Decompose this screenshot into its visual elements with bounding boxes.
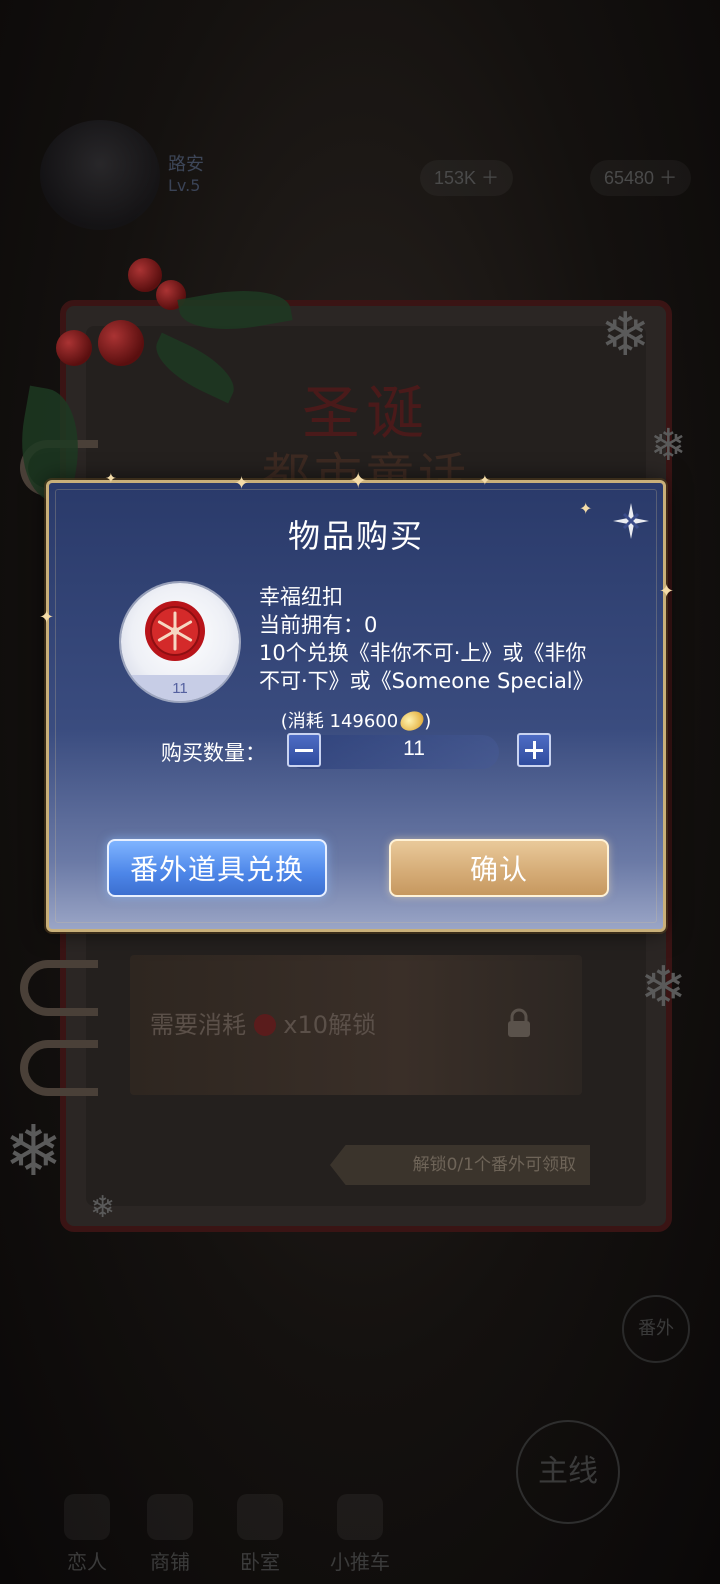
confirm-button[interactable]: 确认 (389, 839, 609, 897)
sparkle-icon: ✦ (349, 469, 368, 494)
resource-counter-1[interactable]: 153K ＋ (420, 160, 514, 196)
nav-cart[interactable]: 小推车 (315, 1494, 405, 1575)
plus-icon-bar (533, 741, 536, 759)
nav-lover[interactable]: 恋人 (52, 1494, 122, 1575)
avatar[interactable] (40, 120, 160, 230)
side-extra-badge[interactable]: 番外 (622, 1295, 690, 1363)
extra-item-exchange-button[interactable]: 番外道具兑换 (107, 839, 327, 897)
main-story-button[interactable]: 主线 (516, 1420, 620, 1524)
nav-label: 恋人 (67, 1550, 107, 1574)
snowflake-icon: ❄ (90, 1190, 116, 1225)
quantity-value[interactable]: 11 (339, 737, 489, 761)
locked-card-text: 需要消耗 x10解锁 (150, 1011, 377, 1039)
snowflake-icon: ❄ (640, 955, 687, 1020)
quantity-row: 购买数量： 11 (49, 733, 663, 773)
item-count: 11 (172, 680, 188, 697)
close-icon[interactable] (611, 501, 651, 541)
minus-icon (295, 749, 313, 752)
resource-1-value: 153K (434, 168, 477, 188)
cart-icon (337, 1494, 383, 1540)
purchase-dialog: ✦ ✦ ✦ ✦ ✦ ✦ ✦ 物品购买 11 幸福纽扣 当前拥有：0 10个兑换《… (39, 469, 674, 932)
bottom-nav: 恋人 商铺 卧室 小推车 主线 (0, 1384, 720, 1584)
top-bar: 路安 Lv.5 153K ＋ 65480 ＋ (0, 120, 720, 240)
resource-2-value: 65480 (604, 168, 655, 188)
unlock-progress-banner[interactable]: 解锁0/1个番外可领取 (330, 1145, 590, 1185)
notebook-ring (20, 1040, 98, 1096)
lock-icon (508, 1008, 530, 1037)
item-description-2: 不可·下》或《Someone Special》 (259, 669, 594, 693)
gold-coin-icon (397, 707, 427, 735)
heart-icon (64, 1494, 110, 1540)
button-token-icon (253, 1014, 276, 1036)
cost-value: 149600 (329, 711, 399, 732)
snowflake-icon: ❄ (650, 420, 687, 471)
item-icon-disc: 11 (121, 583, 239, 701)
quantity-label: 购买数量： (161, 741, 266, 765)
snowflake-icon: ❄ (4, 1110, 63, 1192)
item-name: 幸福纽扣 (259, 585, 343, 609)
sparkle-icon: ✦ (39, 607, 55, 628)
bedroom-icon (237, 1494, 283, 1540)
nav-label: 卧室 (240, 1550, 280, 1574)
decrease-quantity-button[interactable] (287, 733, 321, 767)
holly-berry (56, 330, 92, 366)
purchase-cost: (消耗 149600) (49, 707, 663, 735)
snowflake-icon: ❄ (600, 300, 651, 370)
sparkle-icon: ✦ (234, 473, 250, 494)
item-owned: 当前拥有：0 (259, 613, 378, 637)
holly-berry (98, 320, 144, 366)
item-description-1: 10个兑换《非你不可·上》或《非你 (259, 641, 587, 665)
sparkle-icon: ✦ (479, 473, 491, 489)
resource-counter-2[interactable]: 65480 ＋ (590, 160, 692, 196)
nav-bedroom[interactable]: 卧室 (225, 1494, 295, 1575)
sparkle-icon: ✦ (659, 581, 675, 602)
cost-suffix: ) (424, 711, 432, 732)
player-level: Lv.5 (168, 176, 201, 195)
item-info: 幸福纽扣 当前拥有：0 10个兑换《非你不可·上》或《非你 不可·下》或《Som… (259, 583, 619, 695)
nav-label: 商铺 (150, 1550, 190, 1574)
shop-bag-icon (147, 1494, 193, 1540)
player-name: 路安 (168, 154, 204, 175)
cost-prefix: (消耗 (280, 711, 324, 732)
notebook-ring (20, 960, 98, 1016)
nav-shop[interactable]: 商铺 (135, 1494, 205, 1575)
nav-label: 小推车 (330, 1550, 390, 1574)
snowflake-button-icon (145, 601, 205, 661)
increase-quantity-button[interactable] (517, 733, 551, 767)
dialog-title: 物品购买 (287, 517, 424, 555)
sparkle-icon: ✦ (105, 471, 117, 487)
